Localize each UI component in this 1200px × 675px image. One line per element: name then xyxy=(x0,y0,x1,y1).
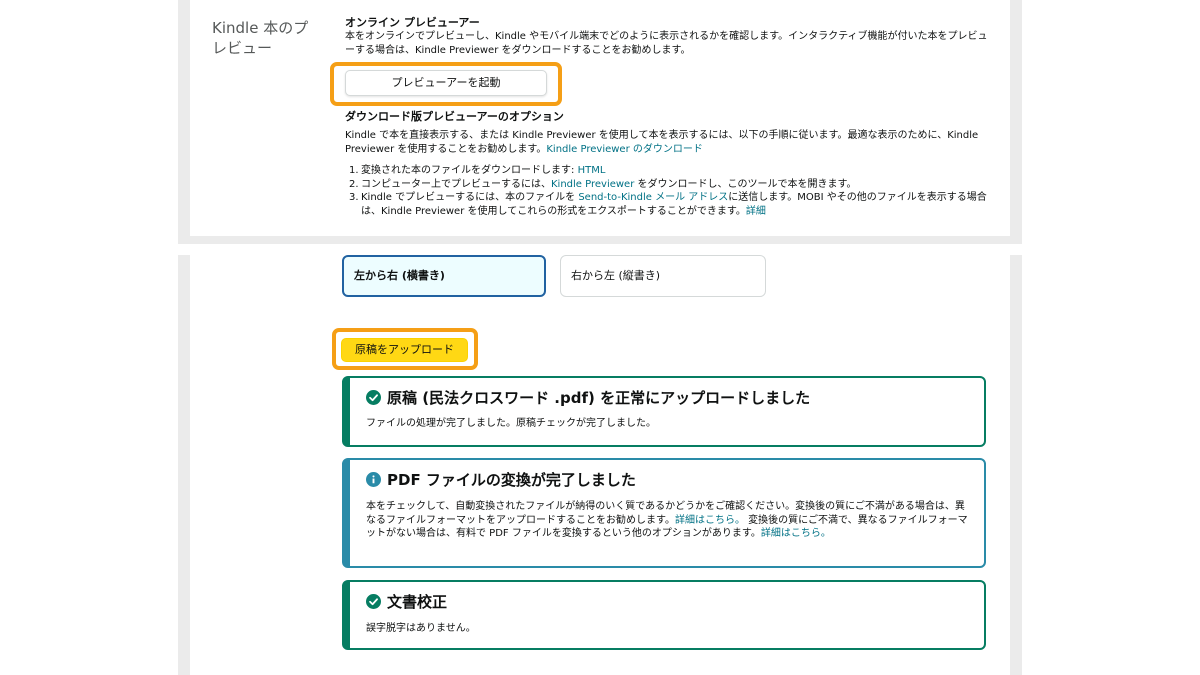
send-to-kindle-link[interactable]: Send-to-Kindle メール アドレス xyxy=(578,192,728,203)
details-link[interactable]: 詳細 xyxy=(746,206,766,217)
proofreading-alert-body: 誤字脱字はありません。 xyxy=(366,623,476,634)
upload-alert-title: 原稿 (民法クロスワード .pdf) を正常にアップロードしました xyxy=(387,389,811,407)
section-title: Kindle 本のプレビュー xyxy=(212,19,309,57)
proofreading-alert-title: 文書校正 xyxy=(387,593,448,611)
download-options-heading: ダウンロード版プレビューアーのオプション xyxy=(345,110,564,123)
list-item: 2. コンピューター上でプレビューするには、Kindle Previewer をダ… xyxy=(349,178,857,190)
list-item: 3. Kindle でプレビューするには、本のファイルを Send-to-Kind… xyxy=(349,192,987,217)
direction-ltr-option[interactable]: 左から右 (横書き) xyxy=(342,255,546,297)
download-options-description: Kindle で本を直接表示する、または Kindle Previewer を使… xyxy=(345,130,979,155)
conversion-alert-title: PDF ファイルの変換が完了しました xyxy=(387,471,636,489)
proofreading-alert: 文書校正 誤字脱字はありません。 xyxy=(342,580,986,650)
list-item: 1. 変換された本のファイルをダウンロードします: HTML xyxy=(349,165,606,176)
launch-previewer-button[interactable]: プレビューアーを起動 xyxy=(345,70,547,96)
info-icon xyxy=(366,472,381,487)
steps-list: 1. 変換された本のファイルをダウンロードします: HTML 2. コンピューター上… xyxy=(345,164,990,218)
upload-alert-body: ファイルの処理が完了しました。原稿チェックが完了しました。 xyxy=(366,418,656,429)
download-previewer-link[interactable]: Kindle Previewer のダウンロード xyxy=(546,144,703,155)
html-link[interactable]: HTML xyxy=(578,165,606,176)
learn-more-link[interactable]: 詳細はこちら。 xyxy=(675,515,745,526)
check-circle-icon xyxy=(366,390,381,405)
conversion-info-alert: PDF ファイルの変換が完了しました 本をチェックして、自動変換されたファイルが… xyxy=(342,458,986,568)
online-preview-description: 本をオンラインでプレビューし、Kindle やモバイル端末でどのように表示される… xyxy=(345,31,988,56)
manuscript-card: 左から右 (横書き) 右から左 (縦書き) 原稿をアップロード 原稿 (民法クロ… xyxy=(190,255,1010,675)
conversion-alert-body: 本をチェックして、自動変換されたファイルが納得のいく質であるかどうかをご確認くだ… xyxy=(366,501,968,539)
online-preview-block: オンライン プレビューアー 本をオンラインでプレビューし、Kindle やモバイ… xyxy=(345,16,990,57)
learn-more-link-2[interactable]: 詳細はこちら。 xyxy=(761,528,831,539)
preview-card: Kindle 本のプレビュー オンライン プレビューアー 本をオンラインでプレビ… xyxy=(190,0,1010,236)
upload-success-alert: 原稿 (民法クロスワード .pdf) を正常にアップロードしました ファイルの処… xyxy=(342,376,986,447)
upload-manuscript-button[interactable]: 原稿をアップロード xyxy=(341,338,468,362)
check-circle-icon xyxy=(366,594,381,609)
online-preview-heading: オンライン プレビューアー xyxy=(345,16,480,29)
direction-rtl-option[interactable]: 右から左 (縦書き) xyxy=(560,255,766,297)
kindle-previewer-link[interactable]: Kindle Previewer xyxy=(551,179,634,190)
